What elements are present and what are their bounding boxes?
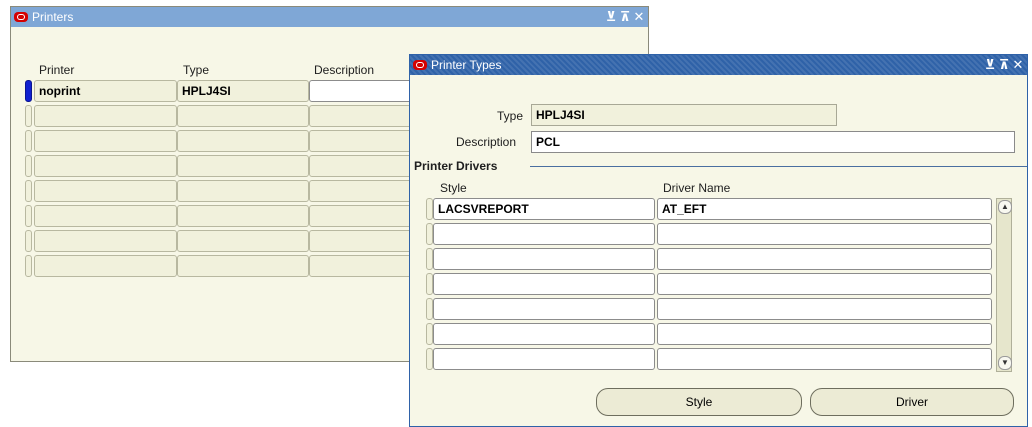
- driver-name-cell[interactable]: [657, 248, 992, 270]
- printer-type-cell[interactable]: [177, 130, 309, 152]
- printer-description-cell[interactable]: [309, 230, 419, 252]
- printer-description-cell[interactable]: [309, 130, 419, 152]
- row-indicator[interactable]: [25, 155, 32, 177]
- row-indicator[interactable]: [426, 223, 433, 245]
- oracle-icon: [14, 12, 28, 22]
- row-indicator[interactable]: [25, 230, 32, 252]
- driver-style-cell[interactable]: [433, 323, 655, 345]
- printer-type-cell[interactable]: [177, 205, 309, 227]
- close-icon[interactable]: ✕: [1012, 57, 1024, 73]
- drivers-scrollbar[interactable]: ▲ ▼: [996, 198, 1012, 372]
- printer-type-cell[interactable]: [177, 255, 309, 277]
- type-field[interactable]: HPLJ4SI: [531, 104, 837, 126]
- driver-name-cell[interactable]: [657, 298, 992, 320]
- driver-name-cell[interactable]: AT_EFT: [657, 198, 992, 220]
- row-indicator[interactable]: [426, 298, 433, 320]
- printer-printer-cell[interactable]: [34, 130, 177, 152]
- printer-printer-cell[interactable]: [34, 105, 177, 127]
- printer-type-cell[interactable]: [177, 155, 309, 177]
- printers-title: Printers: [32, 10, 74, 24]
- printer-column-header: Printer: [39, 63, 75, 77]
- driver-style-cell[interactable]: LACSVREPORT: [433, 198, 655, 220]
- driver-style-cell[interactable]: [433, 248, 655, 270]
- printer-types-title: Printer Types: [431, 58, 502, 72]
- printer-type-cell[interactable]: [177, 105, 309, 127]
- printer-types-window: Printer Types ⊻ ⊼ ✕ Type HPLJ4SI Descrip…: [409, 54, 1028, 427]
- driver-name-cell[interactable]: [657, 348, 992, 370]
- row-indicator[interactable]: [25, 180, 32, 202]
- printer-printer-cell[interactable]: noprint: [34, 80, 177, 102]
- row-indicator[interactable]: [25, 130, 32, 152]
- type-column-header: Type: [183, 63, 210, 77]
- description-column-header: Description: [314, 63, 375, 77]
- printer-description-cell[interactable]: [309, 155, 419, 177]
- description-label: Description: [456, 135, 517, 149]
- printer-type-cell[interactable]: HPLJ4SI: [177, 80, 309, 102]
- printer-drivers-title: Printer Drivers: [414, 159, 498, 173]
- scroll-up-icon[interactable]: ▲: [998, 200, 1012, 214]
- printer-printer-cell[interactable]: [34, 230, 177, 252]
- driver-button-label: Driver: [896, 395, 928, 409]
- style-button-label: Style: [685, 395, 713, 409]
- type-label: Type: [497, 109, 524, 123]
- printers-titlebar[interactable]: Printers ⊻ ⊼ ✕: [11, 7, 648, 27]
- printer-printer-cell[interactable]: [34, 155, 177, 177]
- scroll-down-icon[interactable]: ▼: [998, 356, 1012, 370]
- maximize-icon[interactable]: ⊼: [998, 57, 1010, 73]
- printer-type-cell[interactable]: [177, 180, 309, 202]
- printer-printer-cell[interactable]: [34, 255, 177, 277]
- printer-description-cell[interactable]: [309, 105, 419, 127]
- driver-style-cell[interactable]: [433, 298, 655, 320]
- row-indicator[interactable]: [25, 80, 32, 102]
- description-field[interactable]: PCL: [531, 131, 1015, 153]
- minimize-icon[interactable]: ⊻: [984, 57, 996, 73]
- section-divider: [530, 166, 1027, 167]
- row-indicator[interactable]: [25, 205, 32, 227]
- printer-description-cell[interactable]: [309, 180, 419, 202]
- row-indicator[interactable]: [25, 255, 32, 277]
- printer-types-titlebar[interactable]: Printer Types ⊻ ⊼ ✕: [410, 55, 1027, 75]
- driver-style-cell[interactable]: [433, 223, 655, 245]
- driver-style-cell[interactable]: [433, 273, 655, 295]
- printer-printer-cell[interactable]: [34, 180, 177, 202]
- minimize-icon[interactable]: ⊻: [605, 9, 617, 25]
- printer-description-cell[interactable]: [309, 205, 419, 227]
- printer-type-cell[interactable]: [177, 230, 309, 252]
- driver-name-column-header: Driver Name: [663, 181, 731, 195]
- row-indicator[interactable]: [426, 348, 433, 370]
- row-indicator[interactable]: [426, 198, 433, 220]
- driver-style-cell[interactable]: [433, 348, 655, 370]
- printer-description-cell[interactable]: [309, 255, 419, 277]
- printer-drivers-section: Printer Drivers: [414, 159, 1027, 175]
- driver-name-cell[interactable]: [657, 323, 992, 345]
- row-indicator[interactable]: [25, 105, 32, 127]
- driver-name-cell[interactable]: [657, 223, 992, 245]
- close-icon[interactable]: ✕: [633, 9, 645, 25]
- driver-name-cell[interactable]: [657, 273, 992, 295]
- style-column-header: Style: [440, 181, 467, 195]
- style-button[interactable]: Style: [596, 388, 802, 416]
- oracle-icon: [413, 60, 427, 70]
- maximize-icon[interactable]: ⊼: [619, 9, 631, 25]
- row-indicator[interactable]: [426, 323, 433, 345]
- row-indicator[interactable]: [426, 248, 433, 270]
- printer-description-cell[interactable]: [309, 80, 419, 102]
- printer-printer-cell[interactable]: [34, 205, 177, 227]
- driver-button[interactable]: Driver: [810, 388, 1014, 416]
- row-indicator[interactable]: [426, 273, 433, 295]
